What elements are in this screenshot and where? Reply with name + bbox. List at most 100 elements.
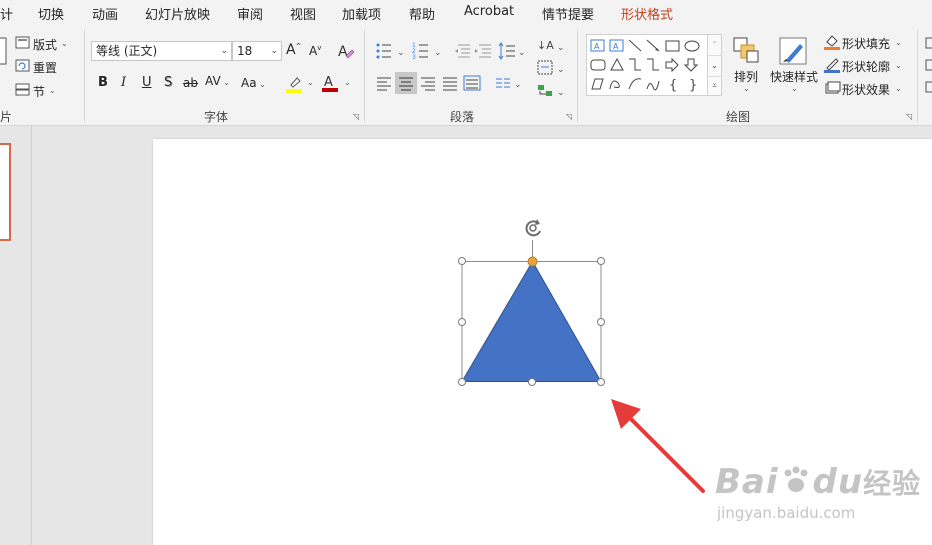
new-slide-icon[interactable] [0,36,8,66]
ribbon-tab-bar: 计 切换 动画 幻灯片放映 审阅 视图 加载项 帮助 Acrobat 情节提要 … [0,0,932,26]
align-left-icon[interactable] [376,75,392,91]
dialog-launcher-icon[interactable]: ◹ [566,113,574,121]
reset-icon [15,59,30,72]
section-dropdown-icon[interactable]: ⌄ [49,86,56,95]
shrink-font-button[interactable]: Av [309,44,321,58]
rotate-handle-icon[interactable] [525,219,541,237]
svg-text:{: { [669,78,677,93]
shape-fill-dropdown-icon[interactable]: ⌄ [895,38,902,47]
highlight-dropdown-icon[interactable]: ⌄ [307,78,314,87]
svg-text:}: } [689,78,697,93]
svg-text:A: A [324,75,333,90]
adjustment-handle[interactable] [527,256,538,267]
tab-help[interactable]: 帮助 [409,4,435,23]
svg-text:⌄: ⌄ [518,48,526,58]
tab-design[interactable]: 计 [0,4,13,23]
dialog-launcher-icon[interactable]: ◹ [353,113,361,121]
distributed-icon[interactable] [463,75,481,91]
increase-indent-icon[interactable] [474,43,492,59]
resize-handle-bottom-right[interactable] [597,378,605,386]
font-name-value: 等线 (正文) [96,44,158,58]
reset-button[interactable]: 重置 [33,59,57,76]
svg-text:A: A [613,42,619,51]
highlight-color-icon[interactable] [285,74,305,94]
align-center-icon[interactable] [395,72,417,94]
tab-animations[interactable]: 动画 [92,4,118,23]
change-case-button[interactable]: Aa ⌄ [241,76,266,90]
align-right-icon[interactable] [420,75,436,91]
strikethrough-button[interactable]: ab [183,76,198,90]
font-size-value: 18 [237,44,253,58]
shape-effects-icon[interactable] [823,79,841,97]
gallery-up-icon[interactable]: ⌃ [708,35,721,55]
gallery-down-icon[interactable]: ⌄ [708,55,721,76]
tab-transitions[interactable]: 切换 [38,4,64,23]
italic-button[interactable]: I [121,75,126,90]
gallery-scroll[interactable]: ⌃ ⌄ ⩡ [707,35,721,95]
triangle[interactable] [461,260,602,382]
arrange-dropdown-icon[interactable]: ⌄ [743,84,750,93]
paw-icon [779,464,813,494]
slide-thumbnail[interactable] [0,143,11,241]
shapes-gallery[interactable]: A A { } ⌃ ⌄ ⩡ [586,34,722,96]
underline-button[interactable]: U [142,75,152,90]
shape-outline-button[interactable]: 形状轮廓 [842,58,890,75]
resize-handle-bottom-left[interactable] [458,378,466,386]
font-color-icon[interactable]: A [321,73,341,93]
shapes-gallery-items[interactable]: A A { } [589,37,709,97]
chevron-down-icon[interactable]: ⌄ [270,42,278,60]
group-separator [84,30,85,122]
layout-dropdown-icon[interactable]: ⌄ [61,39,68,48]
justify-icon[interactable] [442,75,458,91]
grow-font-button[interactable]: A^ [286,42,301,58]
quick-styles-button[interactable]: 快速样式 [770,68,818,85]
resize-handle-top-right[interactable] [597,257,605,265]
shape-fill-button[interactable]: 形状填充 [842,35,890,52]
layout-button[interactable]: 版式 [33,36,57,53]
bullets-icon[interactable]: ⌄ [375,41,409,61]
font-color-dropdown-icon[interactable]: ⌄ [344,78,351,87]
tab-slideshow[interactable]: 幻灯片放映 [145,4,210,23]
character-spacing-button[interactable]: AV ⌄ [205,74,230,88]
line-spacing-icon[interactable]: ⌄ [498,41,528,61]
tab-view[interactable]: 视图 [290,4,316,23]
shape-outline-icon[interactable] [823,56,841,74]
shape-effects-button[interactable]: 形状效果 [842,81,890,98]
tab-addins[interactable]: 加载项 [342,4,381,23]
resize-handle-top-left[interactable] [458,257,466,265]
svg-text:⌄: ⌄ [434,48,442,58]
chevron-down-icon[interactable]: ⌄ [220,42,228,60]
font-size-combobox[interactable]: 18 ⌄ [232,41,282,61]
smartart-convert-icon[interactable]: ⌄ [536,82,566,100]
next-group-partial-icon[interactable] [923,36,932,96]
decrease-indent-icon[interactable] [453,43,471,59]
dialog-launcher-icon[interactable]: ◹ [906,113,914,121]
gallery-more-icon[interactable]: ⩡ [708,76,721,95]
clear-formatting-icon[interactable]: A [337,42,355,60]
shape-outline-dropdown-icon[interactable]: ⌄ [895,61,902,70]
text-direction-icon[interactable]: ↓A ⌄ [536,36,566,56]
bold-button[interactable]: B [98,75,108,90]
section-button[interactable]: 节 [33,83,45,100]
arrange-button[interactable]: 排列 [734,68,758,85]
shape-effects-dropdown-icon[interactable]: ⌄ [895,84,902,93]
tab-acrobat[interactable]: Acrobat [464,4,514,19]
tab-shape-format[interactable]: 形状格式 [621,4,673,23]
font-name-combobox[interactable]: 等线 (正文) ⌄ [91,41,232,61]
numbering-icon[interactable]: 1 2 3 ⌄ [412,41,446,61]
resize-handle-middle-left[interactable] [458,318,466,326]
resize-handle-bottom-center[interactable] [528,378,536,386]
tab-review[interactable]: 审阅 [237,4,263,23]
text-shadow-button[interactable]: S [164,75,172,90]
quick-styles-dropdown-icon[interactable]: ⌄ [791,84,798,93]
arrange-icon[interactable] [732,36,760,66]
resize-handle-middle-right[interactable] [597,318,605,326]
quick-styles-icon[interactable] [778,36,808,66]
triangle-shape[interactable] [450,215,620,395]
tab-storyboarding[interactable]: 情节提要 [542,4,594,23]
shape-fill-icon[interactable] [823,33,841,51]
columns-icon[interactable]: ⌄ [495,75,525,91]
svg-text:⌄: ⌄ [514,80,522,90]
align-text-icon[interactable]: ⌄ [536,59,566,77]
svg-text:↓A: ↓A [537,39,554,52]
